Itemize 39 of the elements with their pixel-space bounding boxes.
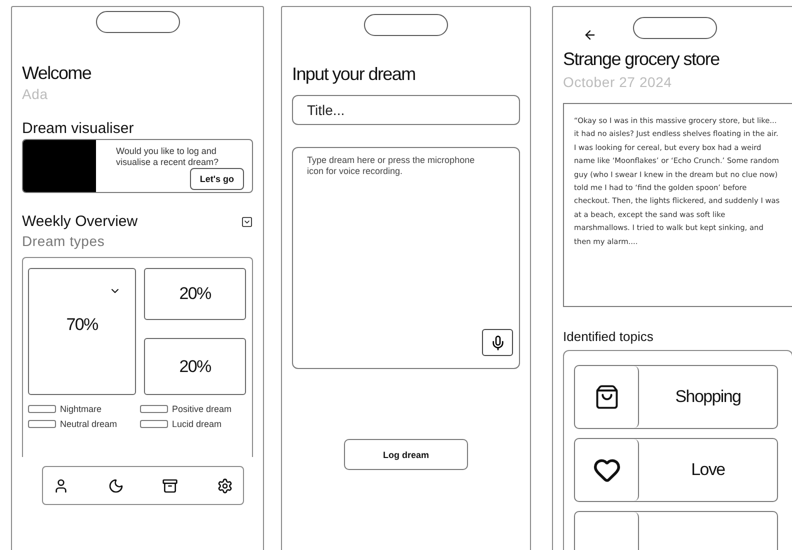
user-name: Ada bbox=[22, 86, 48, 102]
percentage-value: 20% bbox=[179, 284, 211, 304]
percentage-value: 70% bbox=[66, 314, 98, 334]
archive-icon[interactable] bbox=[162, 478, 178, 494]
welcome-title: Welcome bbox=[22, 63, 92, 84]
topic-label: Shopping bbox=[675, 387, 741, 407]
heart-icon bbox=[592, 456, 620, 484]
legend-swatch bbox=[28, 405, 56, 413]
settings-icon[interactable] bbox=[216, 478, 233, 494]
legend-swatch bbox=[140, 420, 168, 428]
dream-date: October 27 2024 bbox=[563, 74, 673, 90]
visualiser-prompt: Would you like to log and visualise a recent dream? bbox=[115, 146, 220, 168]
microphone-button[interactable] bbox=[482, 329, 513, 356]
microphone-icon bbox=[490, 334, 506, 350]
section-title: Identified topics bbox=[563, 329, 654, 344]
topic-row[interactable]: Shopping bbox=[574, 365, 778, 429]
screen-title: Input your dream bbox=[292, 64, 416, 85]
section-title: Dream visualiser bbox=[22, 120, 134, 137]
section-subtitle: Dream types bbox=[22, 233, 105, 249]
shopping-bag-icon bbox=[594, 384, 620, 410]
dream-text-field[interactable]: Type dream here or press the microphone icon for voice recording. bbox=[292, 147, 520, 369]
dream-title: Strange grocery store bbox=[563, 49, 720, 70]
title-field[interactable]: Title... bbox=[292, 95, 520, 125]
section-title: Weekly Overview bbox=[22, 213, 138, 230]
legend-swatch bbox=[140, 405, 168, 413]
legend-label: Nightmare bbox=[60, 404, 102, 414]
moon-icon[interactable] bbox=[108, 478, 124, 494]
profile-icon[interactable] bbox=[53, 478, 69, 494]
percentage-value: 20% bbox=[179, 356, 211, 376]
lets-go-button[interactable]: Let's go bbox=[190, 168, 244, 190]
topic-label: Love bbox=[691, 460, 725, 480]
legend-label: Lucid dream bbox=[172, 419, 222, 429]
back-arrow-icon[interactable] bbox=[583, 28, 597, 42]
dropdown-icon[interactable] bbox=[241, 216, 253, 228]
log-dream-button[interactable]: Log dream bbox=[344, 439, 468, 470]
legend-swatch bbox=[28, 420, 56, 428]
legend-label: Neutral dream bbox=[60, 419, 118, 429]
legend-label: Positive dream bbox=[172, 404, 232, 414]
topic-row[interactable]: Love bbox=[574, 438, 778, 502]
